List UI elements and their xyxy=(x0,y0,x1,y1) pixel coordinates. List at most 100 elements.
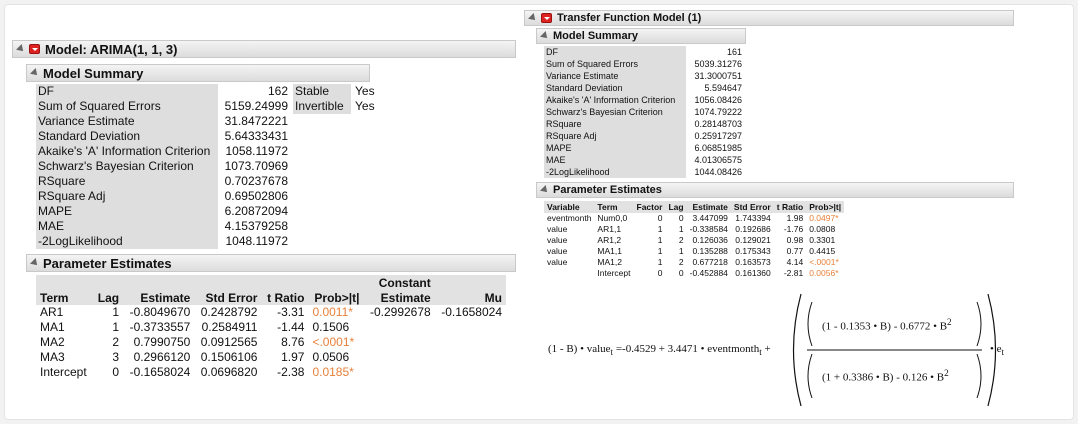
cell-prob: <.0001* xyxy=(809,257,839,267)
cell-prob: 0.0808 xyxy=(809,224,836,234)
eq-num-tail: - 0.6772 • B xyxy=(893,320,948,333)
parameter-estimates-title: Parameter Estimates xyxy=(43,255,172,271)
equation-error-term: • et xyxy=(990,343,1004,357)
cell-estimate: -0.452884 xyxy=(689,268,728,278)
disclosure-icon[interactable] xyxy=(30,68,40,78)
table-row: AR1 1 -0.8049670 0.2428792 -3.31 0.0011*… xyxy=(36,305,506,320)
cell-std-error: 0.163573 xyxy=(735,257,771,267)
summary-value: 6.06851985 xyxy=(694,143,742,153)
cell-term: AR1,1 xyxy=(597,224,622,234)
stability-values: Yes Yes xyxy=(355,84,375,249)
disclosure-icon[interactable] xyxy=(528,13,538,23)
eq-x-var: eventmonth xyxy=(707,343,760,355)
summary-label: MAE xyxy=(38,219,65,233)
cell-prob: 0.0011* xyxy=(312,305,353,319)
cell-lag: 1 xyxy=(678,224,684,234)
table-row: value AR1,2 1 2 0.126036 0.129021 0.98 0… xyxy=(544,235,844,246)
cell-std-error: 0.0912565 xyxy=(200,335,258,349)
col-estimate: Estimate xyxy=(123,275,195,305)
cell-lag: 0 xyxy=(678,213,684,223)
parameter-estimates-title: Parameter Estimates xyxy=(553,184,662,196)
cell-factor: 0 xyxy=(657,213,663,223)
eq-plus: + xyxy=(764,343,771,355)
table-row: value AR1,1 1 1 -0.338584 0.192686 -1.76… xyxy=(544,224,844,235)
eq-num-inner: (1 - 0.1353 • B) xyxy=(822,320,891,333)
parameter-estimates-bar[interactable]: Parameter Estimates xyxy=(26,254,516,272)
col-estimate: Estimate xyxy=(686,201,731,213)
col-prob: Prob>|t| xyxy=(308,275,364,305)
red-triangle-menu-icon[interactable] xyxy=(29,44,40,54)
transfer-function-title-bar[interactable]: Transfer Function Model (1) xyxy=(524,10,1014,26)
summary-labels: DF Sum of Squared Errors Variance Estima… xyxy=(36,84,218,249)
cell-prob: 0.0497* xyxy=(809,213,839,223)
cell-estimate: 0.2966120 xyxy=(133,350,191,364)
cell-estimate: 0.126036 xyxy=(692,235,728,245)
table-row: eventmonth Num0,0 0 0 3.447099 1.743394 … xyxy=(544,213,844,224)
summary-value: 31.3000751 xyxy=(694,71,742,81)
summary-label: MAPE xyxy=(546,143,572,153)
arima-title-bar[interactable]: Model: ARIMA(1, 1, 3) xyxy=(12,40,516,58)
cell-mu: -0.1658024 xyxy=(441,305,502,319)
summary-label: RSquare xyxy=(38,174,86,188)
invertible-label: Invertible xyxy=(295,99,344,113)
cell-lag: 1 xyxy=(678,246,684,256)
summary-label: RSquare Adj xyxy=(546,131,597,141)
cell-estimate: -0.338584 xyxy=(689,224,728,234)
col-std-error: Std Error xyxy=(194,275,262,305)
cell-t-ratio: -1.76 xyxy=(783,224,804,234)
cell-std-error: 0.192686 xyxy=(735,224,771,234)
eq-sup-2: 2 xyxy=(947,317,952,327)
eq-dot: • xyxy=(580,343,584,355)
stable-label: Stable xyxy=(295,84,330,98)
outer-left-paren xyxy=(792,293,802,407)
cell-variable: value xyxy=(547,257,568,267)
col-mu: Mu xyxy=(434,275,506,305)
model-summary-bar[interactable]: Model Summary xyxy=(26,64,370,82)
model-summary: DF Sum of Squared Errors Variance Estima… xyxy=(544,46,742,178)
summary-label: Akaike's 'A' Information Criterion xyxy=(38,144,211,158)
stable-value: Yes xyxy=(355,84,375,98)
cell-t-ratio: -3.31 xyxy=(277,305,305,319)
disclosure-icon[interactable] xyxy=(540,185,550,195)
summary-value: 5039.31276 xyxy=(694,59,742,69)
col-lag: Lag xyxy=(665,201,687,213)
cell-term: MA1,2 xyxy=(597,257,622,267)
invertible-value: Yes xyxy=(355,99,375,113)
cell-t-ratio: -2.38 xyxy=(277,365,305,379)
table-row: Intercept 0 -0.1658024 0.0696820 -2.38 0… xyxy=(36,365,506,380)
cell-term: MA3 xyxy=(40,350,65,364)
cell-term: Intercept xyxy=(40,365,87,379)
model-summary-bar[interactable]: Model Summary xyxy=(536,28,746,44)
equation-denominator: (1 + 0.3386 • B) - 0.126 • B2 xyxy=(822,368,949,384)
parameter-estimates-bar[interactable]: Parameter Estimates xyxy=(536,182,1014,198)
summary-label: -2LogLikelihood xyxy=(38,234,123,248)
summary-values: 162 5159.24999 31.8472221 5.64333431 105… xyxy=(218,84,288,249)
disclosure-icon[interactable] xyxy=(540,31,550,41)
cell-estimate: 0.677218 xyxy=(692,257,728,267)
summary-label: Schwarz's Bayesian Criterion xyxy=(38,159,194,173)
cell-variable: value xyxy=(547,235,568,245)
cell-lag: 2 xyxy=(112,335,120,349)
summary-label: Sum of Squared Errors xyxy=(546,59,639,69)
cell-t-ratio: 1.97 xyxy=(281,350,305,364)
cell-estimate: 0.135288 xyxy=(692,246,728,256)
cell-prob: 0.4415 xyxy=(809,246,836,256)
cell-term: AR1 xyxy=(40,305,64,319)
num-right-paren xyxy=(976,301,982,347)
summary-value: 4.01306575 xyxy=(694,155,742,165)
cell-variable: value xyxy=(547,224,568,234)
cell-term: MA2 xyxy=(40,335,65,349)
eq-den-inner: (1 + 0.3386 • B) xyxy=(822,371,894,384)
col-lag: Lag xyxy=(92,275,124,305)
summary-value: 0.28148703 xyxy=(694,119,742,129)
model-summary-title: Model Summary xyxy=(553,30,638,42)
arima-title: Model: ARIMA(1, 1, 3) xyxy=(45,41,178,57)
disclosure-icon[interactable] xyxy=(16,44,26,54)
transfer-function-title: Transfer Function Model (1) xyxy=(557,12,702,24)
table-row: MA1 1 -0.3733557 0.2584911 -1.44 0.1506 xyxy=(36,320,506,335)
disclosure-icon[interactable] xyxy=(30,258,40,268)
transfer-parameter-table: Variable Term Factor Lag Estimate Std Er… xyxy=(544,201,845,279)
red-triangle-menu-icon[interactable] xyxy=(541,13,552,23)
summary-label: Variance Estimate xyxy=(38,114,135,128)
cell-lag: 3 xyxy=(112,350,120,364)
